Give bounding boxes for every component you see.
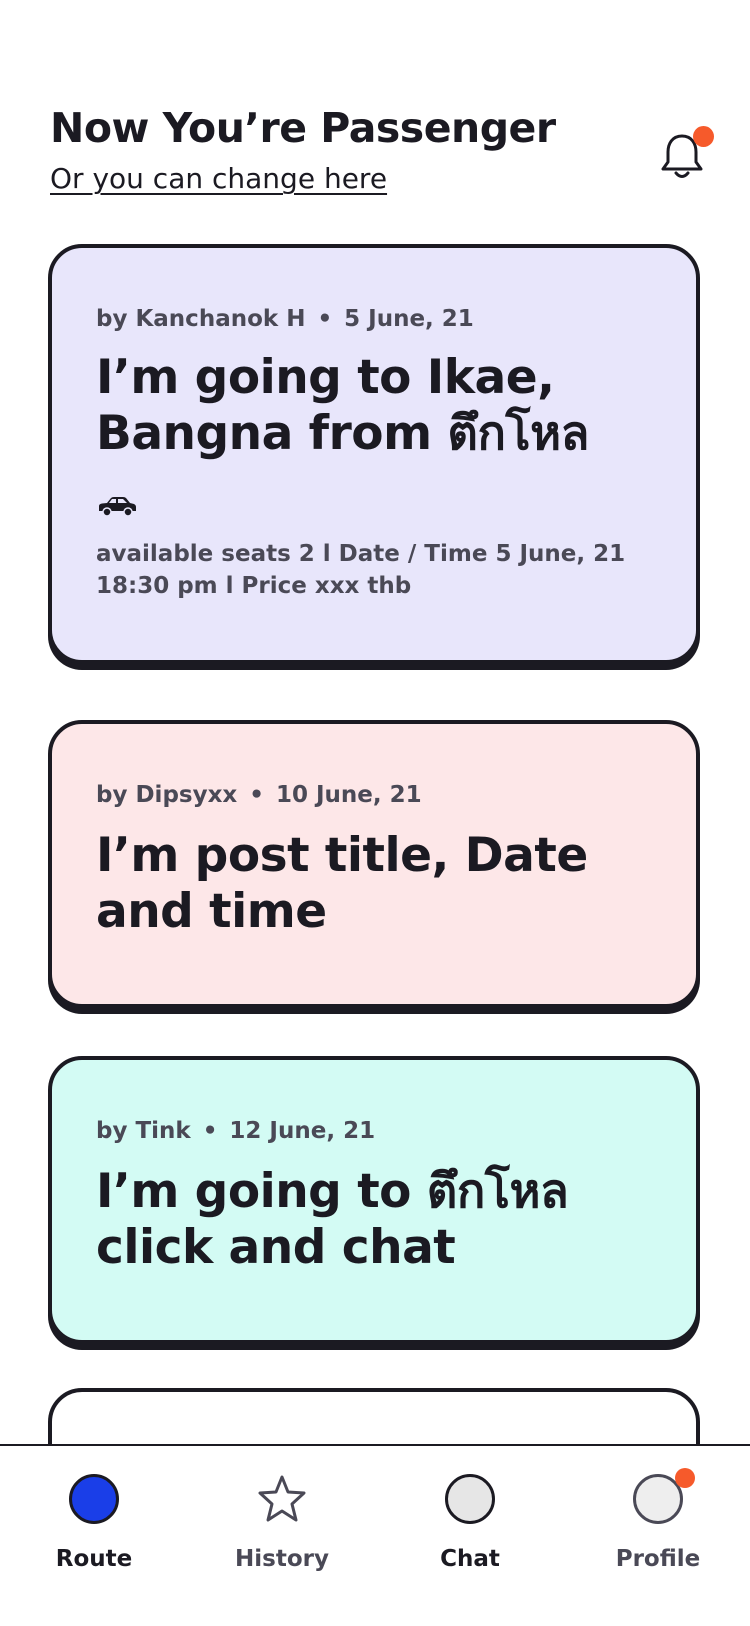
bottom-navigation: Route History Chat Profile bbox=[0, 1444, 750, 1626]
post-meta: by Dipsyxx • 10 June, 21 bbox=[96, 782, 422, 808]
page-title: Now You’re Passenger bbox=[50, 104, 556, 152]
nav-route-label: Route bbox=[55, 1546, 133, 1572]
nav-chat[interactable]: Chat bbox=[390, 1474, 550, 1572]
profile-badge bbox=[675, 1468, 695, 1488]
nav-profile[interactable]: Profile bbox=[578, 1468, 738, 1572]
nav-history-label: History bbox=[235, 1546, 329, 1572]
post-date: 5 June, 21 bbox=[344, 306, 474, 332]
post-meta: by Kanchanok H • 5 June, 21 bbox=[96, 306, 474, 332]
post-card[interactable]: by Tink • 12 June, 21 I’m going to ตึกโหล … bbox=[48, 1056, 700, 1344]
post-date: 10 June, 21 bbox=[275, 782, 422, 808]
post-title: I’m post title, Date and time bbox=[96, 828, 588, 939]
post-title: I’m going to Ikae, Bangna from ตึกโหล bbox=[96, 350, 589, 461]
chat-circle-icon bbox=[445, 1474, 495, 1524]
profile-circle-icon bbox=[633, 1468, 695, 1524]
notification-button[interactable] bbox=[658, 126, 714, 184]
post-meta: by Tink • 12 June, 21 bbox=[96, 1118, 375, 1144]
notification-dot bbox=[693, 126, 714, 147]
nav-route[interactable]: Route bbox=[14, 1474, 174, 1572]
post-author: by Dipsyxx bbox=[96, 782, 238, 808]
post-card[interactable]: by Kanchanok H • 5 June, 21 I’m going to I… bbox=[48, 244, 700, 664]
post-title: I’m going to ตึกโหล click and chat bbox=[96, 1164, 569, 1275]
route-circle-icon bbox=[69, 1474, 119, 1524]
change-mode-link[interactable]: Or you can change here bbox=[50, 162, 387, 195]
post-author: by Kanchanok H bbox=[96, 306, 306, 332]
page-header: Now You’re Passenger Or you can change h… bbox=[50, 100, 714, 210]
nav-chat-label: Chat bbox=[440, 1546, 500, 1572]
meta-separator: • bbox=[202, 1118, 218, 1144]
star-icon bbox=[257, 1474, 307, 1524]
meta-separator: • bbox=[249, 782, 264, 808]
post-details: available seats 2 l Date / Time 5 June, … bbox=[96, 541, 626, 599]
post-card[interactable]: by Dipsyxx • 10 June, 21 I’m post title, D… bbox=[48, 720, 700, 1008]
post-author: by Tink bbox=[96, 1118, 191, 1144]
nav-history[interactable]: History bbox=[202, 1474, 362, 1572]
post-date: 12 June, 21 bbox=[229, 1118, 376, 1144]
car-icon bbox=[99, 497, 136, 517]
nav-profile-label: Profile bbox=[615, 1546, 701, 1572]
meta-separator: • bbox=[317, 306, 333, 332]
